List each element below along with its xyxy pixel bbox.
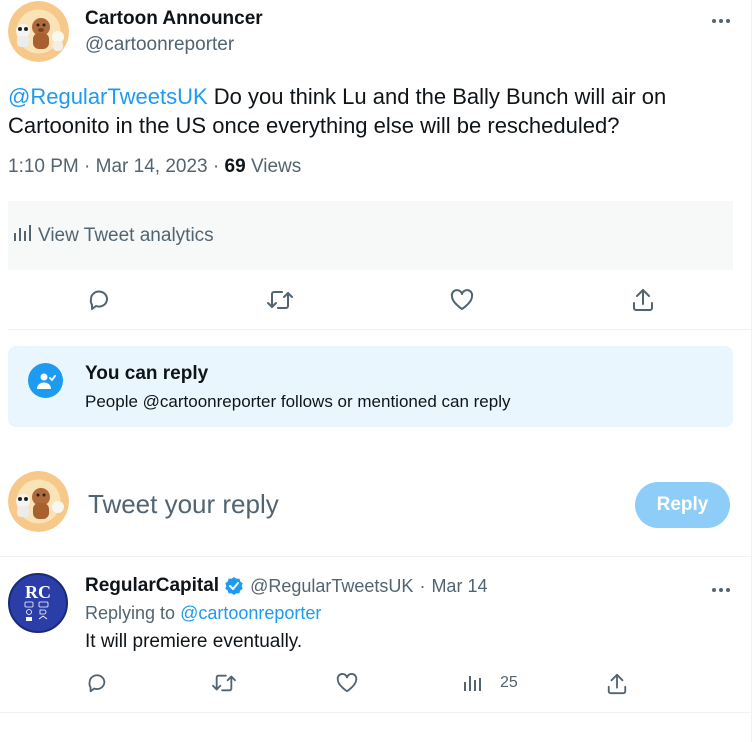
- reply-author-name[interactable]: RegularCapital: [85, 575, 219, 597]
- reply-retweet-icon[interactable]: [211, 672, 237, 694]
- tweet-time[interactable]: 1:10 PM: [8, 156, 79, 177]
- reply-more-icon[interactable]: [711, 582, 731, 593]
- reply-button[interactable]: Reply: [635, 482, 730, 528]
- view-analytics-label: View Tweet analytics: [38, 224, 214, 246]
- verified-badge-icon: [224, 576, 244, 596]
- view-analytics-button[interactable]: View Tweet analytics: [8, 201, 733, 270]
- author-avatar[interactable]: [8, 1, 69, 62]
- person-check-icon: [28, 363, 63, 398]
- meta-separator: ·: [419, 575, 426, 596]
- reply-input[interactable]: Tweet your reply: [88, 489, 279, 520]
- share-icon[interactable]: [631, 287, 655, 313]
- replying-prefix: Replying to: [85, 603, 176, 623]
- reply-like-icon[interactable]: [335, 672, 359, 694]
- reply-icon[interactable]: [87, 288, 111, 312]
- avatar-letters: RC: [25, 582, 51, 602]
- more-icon[interactable]: [711, 13, 731, 24]
- divider: [0, 556, 751, 557]
- replying-to-link[interactable]: @cartoonreporter: [180, 603, 321, 623]
- reply-views-count: 25: [500, 674, 518, 691]
- reply-author-handle[interactable]: @RegularTweetsUK: [250, 576, 413, 597]
- channel-logos-icon: [24, 601, 49, 621]
- views-label: Views: [250, 156, 302, 177]
- retweet-icon[interactable]: [266, 288, 294, 312]
- like-icon[interactable]: [449, 288, 475, 312]
- reply-permission-card: You can reply People @cartoonreporter fo…: [8, 346, 733, 427]
- author-handle[interactable]: @cartoonreporter: [85, 34, 234, 56]
- reply-author-avatar[interactable]: RC: [8, 573, 68, 633]
- divider: [8, 329, 751, 330]
- reply-share-icon[interactable]: [606, 672, 628, 696]
- reply-header: RegularCapital @RegularTweetsUK · Mar 14: [85, 575, 487, 597]
- reply-date[interactable]: Mar 14: [431, 576, 487, 597]
- chart-bars-icon: [462, 673, 482, 693]
- replying-to: Replying to @cartoonreporter: [85, 603, 321, 624]
- tweet-meta: 1:10 PM · Mar 14, 2023 · 69 Views: [8, 156, 301, 178]
- meta-separator: ·: [212, 156, 220, 177]
- reply-permission-title: You can reply: [85, 363, 209, 384]
- current-user-avatar: [8, 471, 69, 532]
- tweet-text: @RegularTweetsUK Do you think Lu and the…: [8, 82, 728, 140]
- reply-text: It will premiere eventually.: [85, 631, 303, 652]
- author-name[interactable]: Cartoon Announcer: [85, 8, 263, 30]
- tweet-date[interactable]: Mar 14, 2023: [96, 156, 208, 177]
- reply-views[interactable]: 25: [462, 673, 518, 693]
- mention-link[interactable]: @RegularTweetsUK: [8, 84, 208, 109]
- timeline-right-border: [751, 0, 752, 742]
- chart-bars-icon: [12, 224, 38, 248]
- views-count: 69: [224, 156, 246, 177]
- reply-permission-description: People @cartoonreporter follows or menti…: [85, 392, 511, 411]
- reply-reply-icon[interactable]: [86, 672, 108, 694]
- meta-separator: ·: [84, 156, 91, 177]
- divider: [0, 712, 751, 713]
